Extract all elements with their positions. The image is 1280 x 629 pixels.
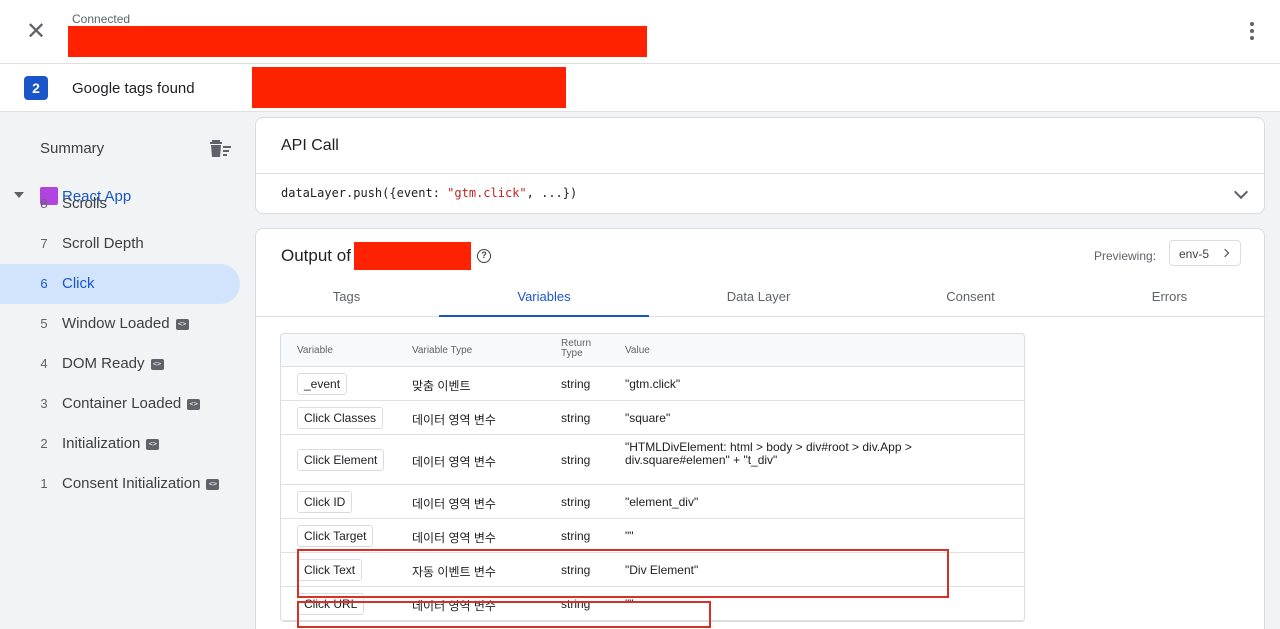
event-label: Scrolls <box>62 195 108 212</box>
variables-table: Variable Variable Type Return Type Value… <box>280 333 1025 622</box>
variable-value: "square" <box>625 411 671 425</box>
expand-chevron-icon[interactable] <box>1233 184 1249 200</box>
variable-value: "element_div" <box>625 495 699 509</box>
redacted-url <box>68 26 647 57</box>
variable-name-chip[interactable]: Click Text <box>297 559 363 581</box>
event-number: 8 <box>40 196 48 211</box>
event-number: 6 <box>40 276 48 291</box>
variable-value: "" <box>625 597 634 611</box>
table-row: Click URL 데이터 영역 변수 string "" <box>281 587 1024 621</box>
connection-status: Connected <box>72 12 131 26</box>
close-icon[interactable]: ✕ <box>22 18 50 46</box>
event-number: 4 <box>40 356 48 371</box>
tab-consent[interactable]: Consent <box>868 281 1073 317</box>
return-type: string <box>561 597 591 611</box>
sidebar-event-click[interactable]: 6 Click <box>0 264 240 304</box>
event-label: Consent Initialization <> <box>62 475 220 492</box>
output-card: Output of ? Previewing: env-5 Tags Variab… <box>255 228 1266 629</box>
output-title: Output of <box>281 246 351 265</box>
redacted-container-id <box>354 242 471 270</box>
main-panel: API Call dataLayer.push({event: "gtm.cli… <box>255 112 1280 629</box>
api-call-title: API Call <box>281 137 339 154</box>
variable-value: "gtm.click" <box>625 377 681 391</box>
sidebar-event-consent-initialization[interactable]: 1 Consent Initialization <> <box>0 464 240 504</box>
table-row: Click Target 데이터 영역 변수 string "" <box>281 519 1024 553</box>
table-row: _event 맞춤 이벤트 string "gtm.click" <box>281 367 1024 401</box>
event-label: Click <box>62 275 95 292</box>
table-row: Click ID 데이터 영역 변수 string "element_div" <box>281 485 1024 519</box>
tab-errors[interactable]: Errors <box>1073 281 1266 317</box>
variable-value: "HTMLDivElement: html > body > div#root … <box>625 440 912 467</box>
variable-name-chip[interactable]: Click Classes <box>297 407 384 429</box>
summary-link[interactable]: Summary <box>40 140 104 157</box>
variable-type: 자동 이벤트 변수 <box>412 565 496 579</box>
more-vert-icon[interactable] <box>1244 20 1260 44</box>
tags-found-label[interactable]: Google tags found <box>72 80 195 97</box>
table-row: Click Classes 데이터 영역 변수 string "square" <box>281 401 1024 435</box>
redacted-tag-ids <box>252 67 566 108</box>
variable-type: 데이터 영역 변수 <box>412 497 496 511</box>
return-type: string <box>561 377 591 391</box>
tag-count-badge[interactable]: 2 <box>24 76 48 100</box>
help-icon[interactable]: ? <box>477 249 491 263</box>
event-number: 7 <box>40 236 48 251</box>
variables-table-header: Variable Variable Type Return Type Value <box>281 334 1024 367</box>
code-icon: <> <box>150 358 164 370</box>
tags-found-bar: 2 Google tags found <box>0 64 1280 112</box>
table-row: Click Element 데이터 영역 변수 string "HTMLDivElem… <box>281 435 1024 485</box>
sidebar-event-container-loaded[interactable]: 3 Container Loaded <> <box>0 384 240 424</box>
sidebar-event-dom-ready[interactable]: 4 DOM Ready <> <box>0 344 240 384</box>
event-number: 5 <box>40 316 48 331</box>
event-number: 2 <box>40 436 48 451</box>
variable-name-chip[interactable]: Click Element <box>297 449 385 471</box>
variable-type: 데이터 영역 변수 <box>412 455 496 469</box>
tab-tags[interactable]: Tags <box>279 281 414 317</box>
previewing-label: Previewing: <box>1094 249 1157 263</box>
output-tabs: Tags Variables Data Layer Consent Errors <box>256 281 1266 317</box>
code-icon: <> <box>206 478 220 490</box>
variable-value: "Div Element" <box>625 563 699 577</box>
event-label: Initialization <> <box>62 435 160 452</box>
event-label: Container Loaded <> <box>62 395 201 412</box>
tab-variables[interactable]: Variables <box>439 281 649 317</box>
api-call-card: API Call dataLayer.push({event: "gtm.cli… <box>255 117 1265 214</box>
code-icon: <> <box>187 398 201 410</box>
event-label: DOM Ready <> <box>62 355 164 372</box>
code-icon: <> <box>146 438 160 450</box>
variable-name-chip[interactable]: Click Target <box>297 525 374 547</box>
return-type: string <box>561 563 591 577</box>
environment-selector[interactable]: env-5 <box>1169 240 1241 266</box>
event-number: 3 <box>40 396 48 411</box>
event-sidebar: Summary React App 8 Scrolls 7 Scroll Depth 6… <box>0 112 255 629</box>
variable-name-chip[interactable]: Click URL <box>297 593 365 615</box>
variable-name-chip[interactable]: _event <box>297 373 348 395</box>
variable-type: 데이터 영역 변수 <box>412 531 496 545</box>
api-call-code: dataLayer.push({event: "gtm.click", ...}… <box>281 186 578 200</box>
sidebar-event-scrolls[interactable]: 8 Scrolls <box>0 184 240 224</box>
table-row: Click Text 자동 이벤트 변수 string "Div Element" <box>281 553 1024 587</box>
code-icon: <> <box>175 318 189 330</box>
variable-type: 데이터 영역 변수 <box>412 599 496 613</box>
variable-name-chip[interactable]: Click ID <box>297 491 353 513</box>
variable-type: 맞춤 이벤트 <box>412 379 471 393</box>
event-label: Window Loaded <> <box>62 315 189 332</box>
return-type: string <box>561 529 591 543</box>
sidebar-event-window-loaded[interactable]: 5 Window Loaded <> <box>0 304 240 344</box>
return-type: string <box>561 411 591 425</box>
tab-data-layer[interactable]: Data Layer <box>649 281 868 317</box>
event-number: 1 <box>40 476 48 491</box>
event-label: Scroll Depth <box>62 235 144 252</box>
return-type: string <box>561 495 591 509</box>
top-bar: ✕ Connected <box>0 0 1280 64</box>
variable-value: "" <box>625 529 634 543</box>
sidebar-event-initialization[interactable]: 2 Initialization <> <box>0 424 240 464</box>
return-type: string <box>561 453 591 467</box>
chevron-right-icon <box>1220 248 1230 258</box>
sidebar-event-scroll-depth[interactable]: 7 Scroll Depth <box>0 224 240 264</box>
clear-all-icon[interactable] <box>208 138 232 158</box>
variable-type: 데이터 영역 변수 <box>412 413 496 427</box>
